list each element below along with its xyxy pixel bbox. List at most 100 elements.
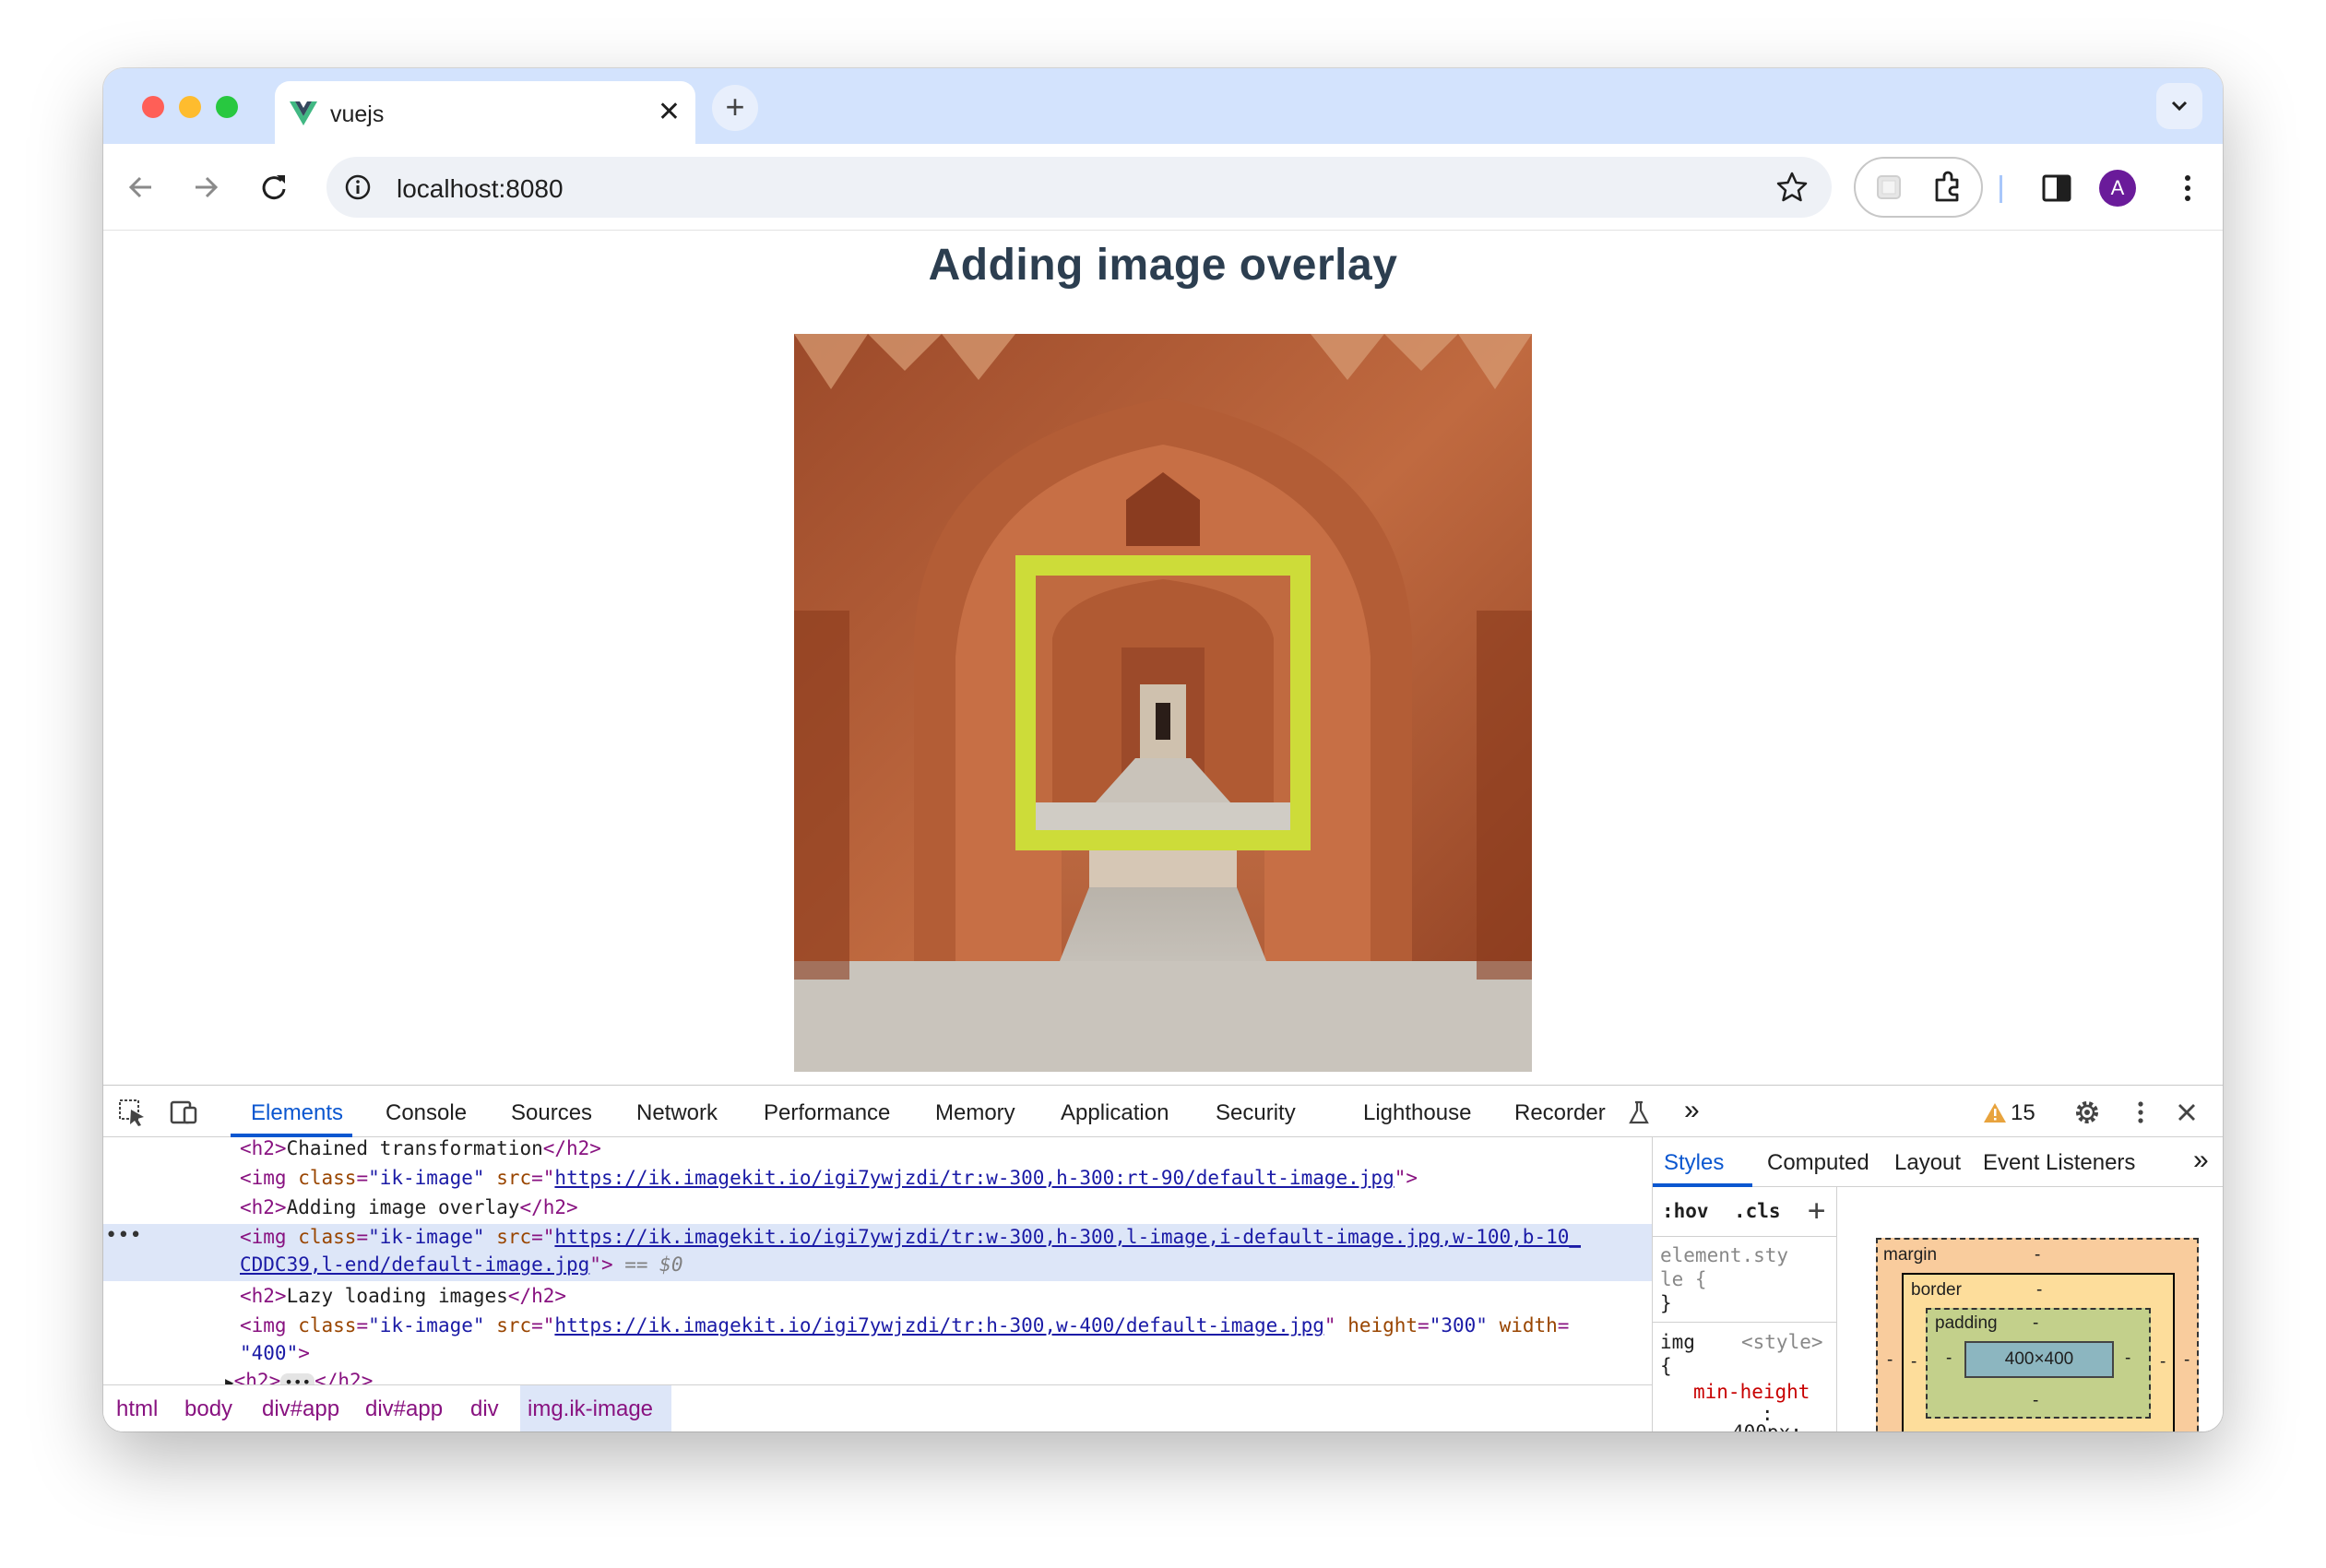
forward-arrow-icon[interactable] [183, 164, 229, 210]
margin-left-value: - [1887, 1350, 1893, 1370]
min-height-property[interactable]: min-height [1693, 1381, 1810, 1403]
tab-computed[interactable]: Computed [1767, 1150, 1869, 1176]
vue-logo-icon [290, 101, 317, 125]
extension-app-icon[interactable] [1869, 167, 1909, 208]
url-text[interactable]: localhost:8080 [397, 174, 564, 204]
tree-line-h2-lazy[interactable]: <h2>Lazy loading images</h2> [240, 1285, 566, 1307]
back-arrow-icon[interactable] [118, 164, 164, 210]
devtools-panel: Elements Console Sources Network Perform… [103, 1085, 2223, 1431]
img-rule-selector: img [1660, 1331, 1695, 1353]
tab-network[interactable]: Network [636, 1100, 718, 1126]
devtools-menu-icon[interactable] [2125, 1097, 2156, 1128]
kebab-menu-icon[interactable] [2167, 168, 2208, 208]
border-top-value: - [2036, 1280, 2043, 1300]
cls-toggle[interactable]: .cls [1734, 1200, 1781, 1222]
styles-pane: Styles Computed Layout Event Listeners »… [1653, 1137, 2223, 1431]
breadcrumb-div-app-2[interactable]: div#app [365, 1396, 443, 1422]
breadcrumb-body[interactable]: body [184, 1396, 232, 1422]
page-heading: Adding image overlay [928, 241, 1398, 290]
styles-tab-bar: Styles Computed Layout Event Listeners » [1653, 1137, 2223, 1187]
box-model-content[interactable]: 400×400 [1964, 1341, 2114, 1378]
tab-security[interactable]: Security [1216, 1100, 1296, 1126]
breadcrumb-div[interactable]: div [470, 1396, 499, 1422]
tree-line-h2-chained[interactable]: <h2>Chained transformation</h2> [240, 1137, 601, 1159]
tab-styles[interactable]: Styles [1664, 1150, 1724, 1176]
img-rule-open: { [1660, 1355, 1672, 1377]
more-tabs-icon[interactable]: » [1684, 1095, 1700, 1126]
tree-line-h2-overlay[interactable]: <h2>Adding image overlay</h2> [240, 1196, 578, 1218]
element-style-selector-cont: le { [1660, 1268, 1707, 1290]
img-rule-source[interactable]: <style> [1741, 1331, 1823, 1353]
box-model-margin[interactable]: margin - - - border - - - padding - - - [1876, 1238, 2199, 1431]
tab-recorder[interactable]: Recorder [1514, 1100, 1606, 1126]
padding-bottom-value: - [2033, 1391, 2039, 1410]
new-rule-icon[interactable]: + [1808, 1193, 1825, 1228]
margin-top-value: - [2035, 1245, 2041, 1265]
close-tab-icon[interactable]: ✕ [658, 94, 681, 131]
box-model-border[interactable]: border - - - padding - - - - 400×400 [1902, 1273, 2175, 1431]
toolbar-divider [2000, 175, 2002, 203]
padding-top-value: - [2033, 1313, 2039, 1333]
address-bar[interactable]: localhost:8080 [326, 157, 1832, 218]
devtools-tab-bar: Elements Console Sources Network Perform… [103, 1086, 2223, 1137]
tree-line-img-lazy-cont[interactable]: "400"> [240, 1342, 310, 1364]
tab-performance[interactable]: Performance [764, 1100, 890, 1126]
minimize-window-button[interactable] [179, 96, 201, 118]
min-height-value[interactable]: 400px; [1732, 1421, 1802, 1431]
element-style-close: } [1660, 1292, 1672, 1314]
reload-icon[interactable] [251, 164, 297, 210]
element-style-selector: element.sty [1660, 1244, 1789, 1266]
browser-window: vuejs ✕ + localhost:8080 A Adding image … [103, 68, 2223, 1431]
overlay-image[interactable] [794, 334, 1532, 1072]
extensions-group [1854, 157, 1983, 218]
side-panel-icon[interactable] [2036, 168, 2077, 208]
maximize-window-button[interactable] [216, 96, 238, 118]
close-window-button[interactable] [142, 96, 164, 118]
tab-elements[interactable]: Elements [251, 1100, 343, 1126]
breadcrumb: html body div#app div#app div img.ik-ima… [103, 1384, 1652, 1431]
tab-event-listeners[interactable]: Event Listeners [1983, 1150, 2135, 1176]
tab-application[interactable]: Application [1061, 1100, 1169, 1126]
bookmark-star-icon[interactable] [1774, 170, 1810, 205]
settings-gear-icon[interactable] [2071, 1097, 2103, 1128]
border-right-value: - [2160, 1352, 2166, 1372]
hov-toggle[interactable]: :hov [1662, 1200, 1709, 1222]
breadcrumb-html[interactable]: html [116, 1396, 158, 1422]
close-devtools-icon[interactable] [2171, 1097, 2202, 1128]
tree-line-img-rotated[interactable]: <img class="ik-image" src="https://ik.im… [240, 1167, 1418, 1189]
device-toolbar-icon[interactable] [168, 1097, 199, 1128]
site-info-icon[interactable] [343, 172, 373, 202]
margin-right-value: - [2184, 1350, 2190, 1370]
page-viewport: Adding image overlay [103, 231, 2223, 1085]
breadcrumb-img[interactable]: img.ik-image [528, 1396, 653, 1422]
warning-icon[interactable] [1979, 1097, 2011, 1128]
inspect-element-icon[interactable] [116, 1097, 148, 1128]
tab-lighthouse[interactable]: Lighthouse [1363, 1100, 1471, 1126]
chevron-down-icon [2171, 101, 2188, 112]
tree-line-img-overlay-selected[interactable]: <img class="ik-image" src="https://ik.im… [240, 1226, 1581, 1248]
more-style-tabs-icon[interactable]: » [2193, 1145, 2209, 1176]
box-model-diagram: margin - - - border - - - padding - - - [1837, 1187, 2223, 1431]
border-left-value: - [1911, 1352, 1917, 1372]
node-actions-ellipsis[interactable]: ••• [105, 1224, 142, 1247]
padding-left-value: - [1946, 1348, 1952, 1368]
profile-avatar[interactable]: A [2099, 170, 2136, 207]
tree-line-img-lazy[interactable]: <img class="ik-image" src="https://ik.im… [240, 1314, 1569, 1336]
elements-tree: ••• <h2>Chained transformation</h2> <img… [103, 1137, 1653, 1431]
tab-sources[interactable]: Sources [511, 1100, 592, 1126]
style-rules: :hov .cls + element.sty le { } img <styl… [1653, 1187, 1837, 1431]
warning-count[interactable]: 15 [2011, 1100, 2035, 1126]
new-tab-button[interactable]: + [712, 85, 758, 131]
padding-label: padding [1935, 1313, 1998, 1333]
breadcrumb-div-app-1[interactable]: div#app [262, 1396, 339, 1422]
tab-console[interactable]: Console [386, 1100, 467, 1126]
margin-label: margin [1883, 1245, 1938, 1265]
box-model-padding[interactable]: padding - - - - 400×400 [1926, 1308, 2151, 1419]
tab-layout[interactable]: Layout [1894, 1150, 1961, 1176]
extensions-puzzle-icon[interactable] [1928, 167, 1968, 208]
tree-line-img-overlay-cont[interactable]: CDDC39,l-end/default-image.jpg"> == $0 [240, 1253, 682, 1276]
flask-icon [1629, 1100, 1649, 1124]
browser-tab-vuejs[interactable]: vuejs ✕ [275, 81, 695, 144]
tab-memory[interactable]: Memory [935, 1100, 1015, 1126]
tab-search-button[interactable] [2156, 83, 2202, 129]
